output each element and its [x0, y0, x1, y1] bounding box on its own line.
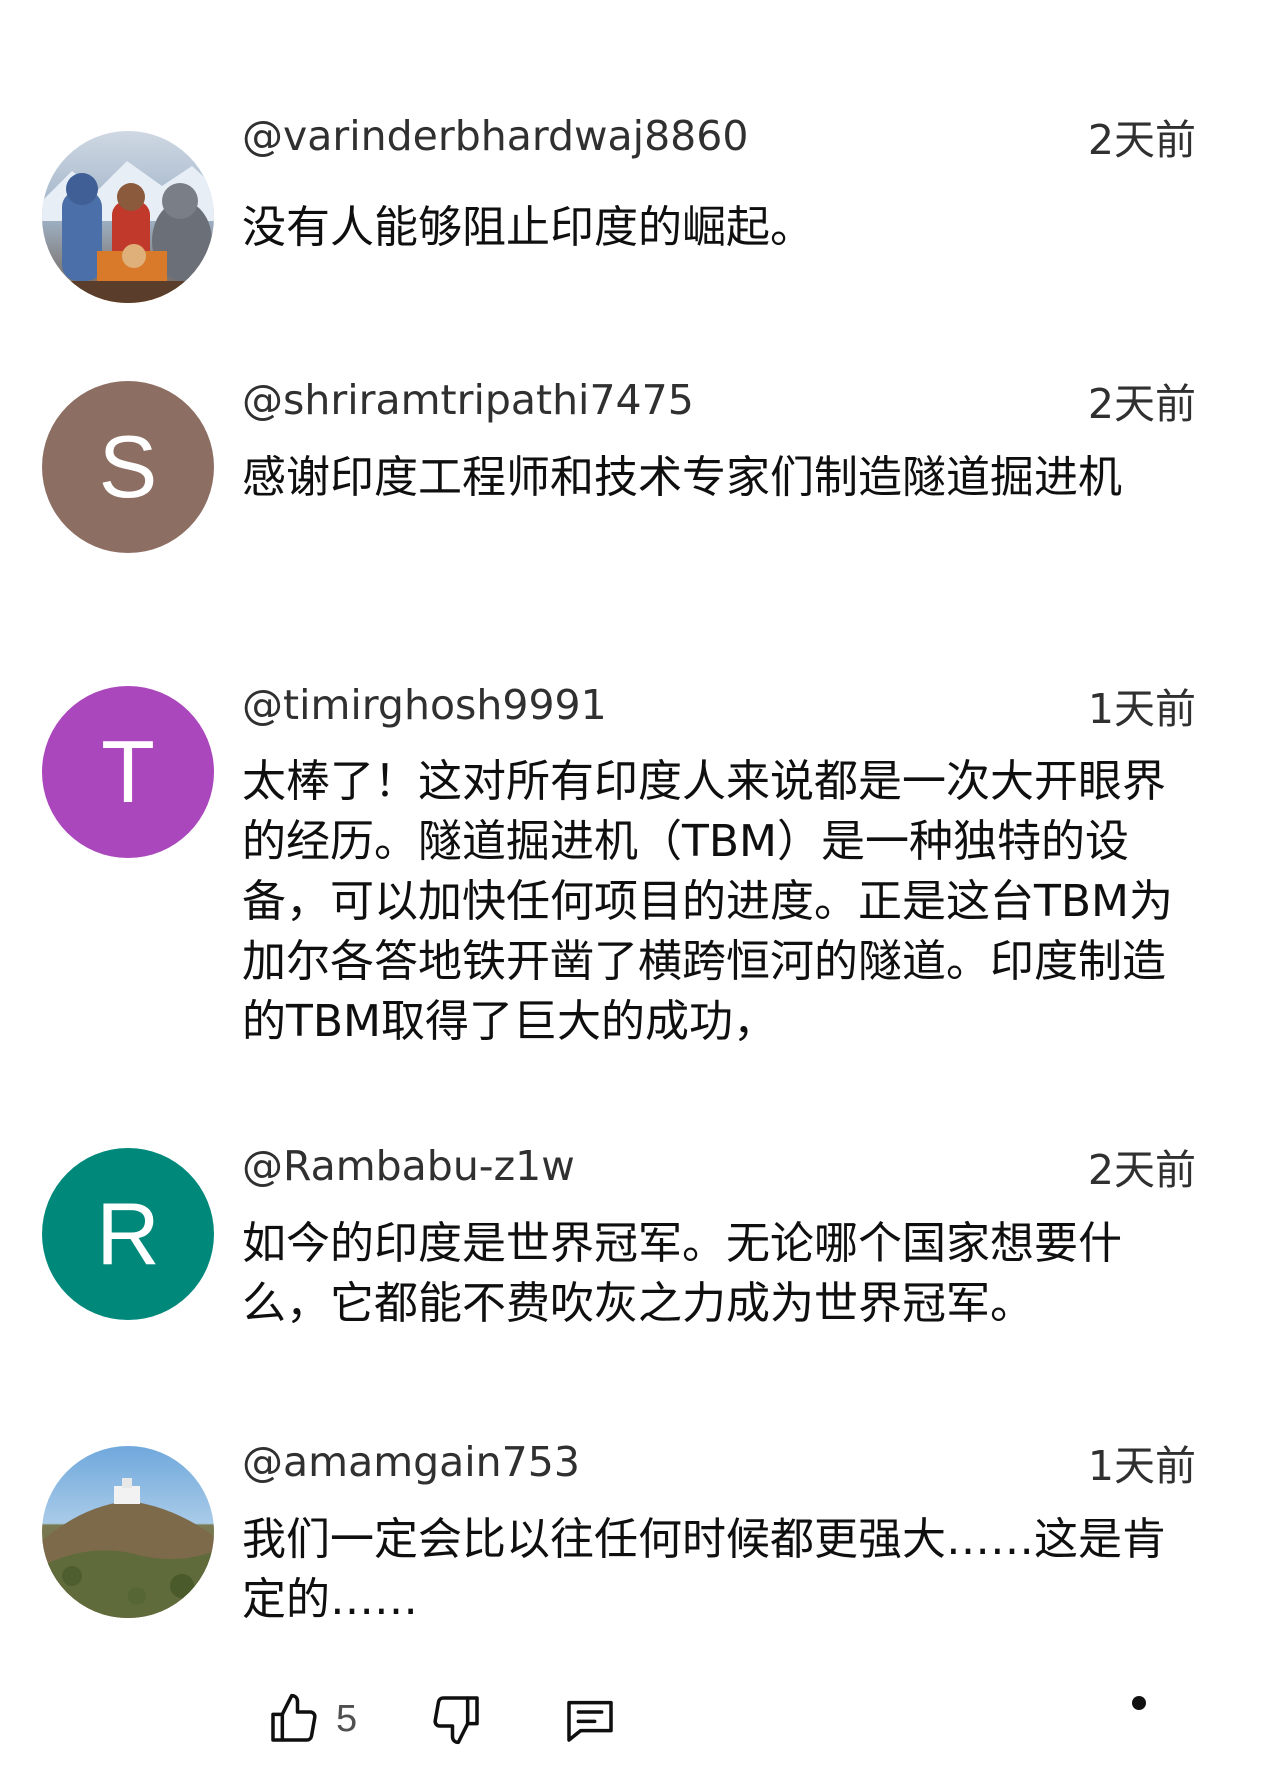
comment-time: 1天前 [1087, 685, 1196, 733]
menu-dot [1132, 1696, 1146, 1710]
deity-painting-avatar-icon [42, 131, 214, 303]
reply-comment-icon [567, 1700, 613, 1742]
comment-author[interactable]: @timirghosh9991 [242, 682, 607, 728]
avatar[interactable] [42, 131, 214, 303]
comment-time: 1天前 [1087, 1442, 1196, 1490]
avatar[interactable] [42, 1446, 214, 1618]
thumb-down-icon [433, 1696, 479, 1745]
comment-text: 太棒了！这对所有印度人来说都是一次大开眼界的经历。隧道掘进机（TBM）是一种独特… [242, 756, 1174, 1047]
reply-button[interactable] [562, 1684, 618, 1754]
avatar[interactable]: R [42, 1148, 214, 1320]
dislike-button[interactable] [428, 1684, 484, 1754]
like-button[interactable]: 5 [266, 1684, 357, 1754]
comment-author[interactable]: @Rambabu-z1w [242, 1143, 575, 1189]
like-count: 5 [336, 1697, 358, 1740]
comment-text: 如今的印度是世界冠军。无论哪个国家想要什么，它都能不费吹灰之力成为世界冠军。 [242, 1218, 1122, 1329]
comment-text: 我们一定会比以往任何时候都更强大……这是肯定的…… [242, 1514, 1166, 1625]
thumb-up-icon [271, 1693, 317, 1742]
comment-author[interactable]: @amamgain753 [242, 1439, 580, 1485]
comment-time: 2天前 [1087, 1146, 1196, 1194]
avatar[interactable]: S [42, 381, 214, 553]
comment-time: 2天前 [1087, 380, 1196, 428]
comment-text: 没有人能够阻止印度的崛起。 [242, 202, 814, 253]
avatar[interactable]: T [42, 686, 214, 858]
avatar-letter: R [96, 1184, 160, 1283]
comment-author[interactable]: @varinderbhardwaj8860 [242, 113, 748, 159]
hilltop-landscape-avatar-icon [42, 1446, 214, 1618]
comment-text: 感谢印度工程师和技术专家们制造隧道掘进机 [242, 452, 1122, 503]
comment-actions: 5 [0, 1684, 1280, 1754]
avatar-letter: S [98, 417, 158, 516]
comment-author[interactable]: @shriramtripathi7475 [242, 377, 694, 423]
avatar-letter: T [101, 722, 155, 821]
comment-time: 2天前 [1087, 116, 1196, 164]
